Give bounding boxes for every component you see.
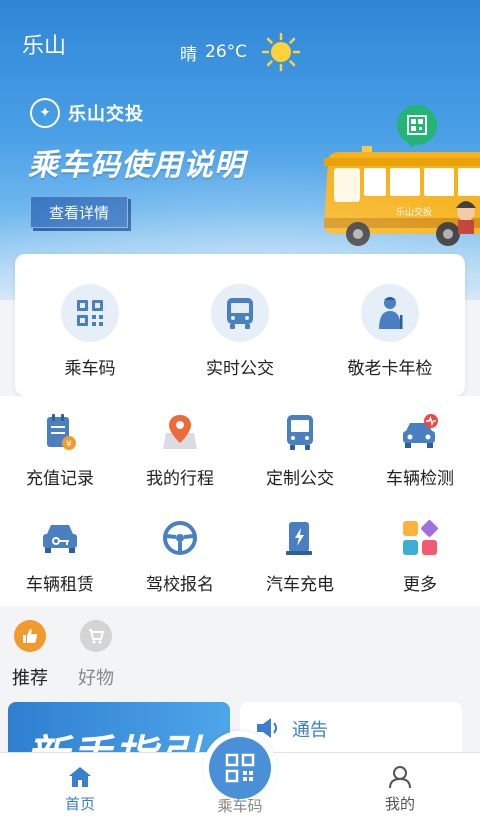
steering-wheel-icon bbox=[160, 518, 200, 558]
nav-ride-code-label[interactable]: 乘车码 bbox=[200, 795, 280, 816]
sun-icon bbox=[261, 32, 301, 72]
quick-action-label: 实时公交 bbox=[206, 359, 274, 379]
service-label: 更多 bbox=[403, 575, 437, 595]
weather-text: 晴 bbox=[180, 44, 197, 65]
shopping-cart-icon bbox=[80, 620, 112, 652]
tab-label: 好物 bbox=[78, 668, 114, 689]
tab-goods[interactable]: 好物 bbox=[78, 620, 114, 690]
quick-action-realtime-bus[interactable]: 实时公交 bbox=[175, 284, 305, 379]
service-label: 车辆检测 bbox=[386, 469, 454, 489]
banner-title: 乘车码使用说明 bbox=[28, 148, 245, 183]
service-grid: ¥ 充值记录 我的行程 定制公交 车辆检测 车辆租赁 驾校报名 汽车充电 更多 bbox=[0, 396, 480, 606]
service-driving-school[interactable]: 驾校报名 bbox=[120, 518, 240, 595]
brand: ✦ 乐山交投 bbox=[30, 98, 144, 128]
weather-info: 晴 26°C bbox=[180, 32, 301, 72]
more-apps-icon bbox=[400, 518, 440, 558]
qr-code-icon bbox=[209, 737, 271, 799]
temperature: 26°C bbox=[205, 42, 248, 62]
service-label: 汽车充电 bbox=[266, 575, 334, 595]
city-name[interactable]: 乐山 bbox=[22, 28, 66, 60]
nav-label: 我的 bbox=[384, 795, 415, 813]
nav-mine[interactable]: 我的 bbox=[360, 765, 440, 814]
notice-label: 通告 bbox=[292, 720, 328, 741]
service-label: 车辆租赁 bbox=[26, 575, 94, 595]
brand-logo-icon: ✦ bbox=[30, 98, 60, 128]
elderly-icon bbox=[361, 284, 419, 342]
service-label: 我的行程 bbox=[146, 469, 214, 489]
svg-text:¥: ¥ bbox=[66, 440, 72, 450]
quick-action-ride-code[interactable]: 乘车码 bbox=[25, 284, 155, 379]
bus-icon bbox=[211, 284, 269, 342]
quick-action-elderly-card[interactable]: 敬老卡年检 bbox=[325, 284, 455, 379]
content-tabs: 推荐 好物 bbox=[0, 608, 480, 700]
home-icon bbox=[69, 767, 91, 787]
top-bar: 乐山 晴 26°C bbox=[22, 28, 480, 72]
service-more[interactable]: 更多 bbox=[360, 518, 480, 595]
bus-icon bbox=[280, 412, 320, 452]
service-label: 定制公交 bbox=[266, 469, 334, 489]
service-label: 充值记录 bbox=[26, 469, 94, 489]
car-inspection-icon bbox=[400, 412, 440, 452]
view-details-button[interactable]: 查看详情 bbox=[30, 196, 128, 228]
service-vehicle-inspection[interactable]: 车辆检测 bbox=[360, 412, 480, 489]
thumbs-up-icon bbox=[14, 620, 46, 652]
quick-action-label: 乘车码 bbox=[64, 359, 116, 379]
quick-action-label: 敬老卡年检 bbox=[347, 359, 433, 379]
service-ev-charging[interactable]: 汽车充电 bbox=[240, 518, 360, 595]
charging-station-icon bbox=[280, 518, 320, 558]
brand-name: 乐山交投 bbox=[68, 104, 144, 125]
recharge-record-icon: ¥ bbox=[40, 412, 80, 452]
service-recharge-record[interactable]: ¥ 充值记录 bbox=[0, 412, 120, 489]
service-car-rental[interactable]: 车辆租赁 bbox=[0, 518, 120, 595]
user-icon bbox=[389, 766, 411, 789]
service-custom-bus[interactable]: 定制公交 bbox=[240, 412, 360, 489]
service-my-trips[interactable]: 我的行程 bbox=[120, 412, 240, 489]
nav-label: 首页 bbox=[64, 795, 95, 813]
quick-actions-card: 乘车码 实时公交 敬老卡年检 bbox=[15, 254, 465, 396]
qr-code-icon bbox=[61, 284, 119, 342]
bus-illustration-icon: 乐山交投 bbox=[324, 105, 480, 246]
bottom-navigation: 首页 乘车码 我的 bbox=[0, 731, 480, 820]
bus-logo-text: 乐山交投 bbox=[396, 206, 432, 218]
nav-home[interactable]: 首页 bbox=[40, 765, 120, 814]
tab-recommend[interactable]: 推荐 bbox=[12, 620, 48, 690]
car-rental-icon bbox=[40, 518, 80, 558]
nav-ride-code-button[interactable] bbox=[203, 731, 277, 805]
location-pin-icon bbox=[160, 412, 200, 452]
tab-label: 推荐 bbox=[12, 668, 48, 689]
service-label: 驾校报名 bbox=[146, 575, 214, 595]
